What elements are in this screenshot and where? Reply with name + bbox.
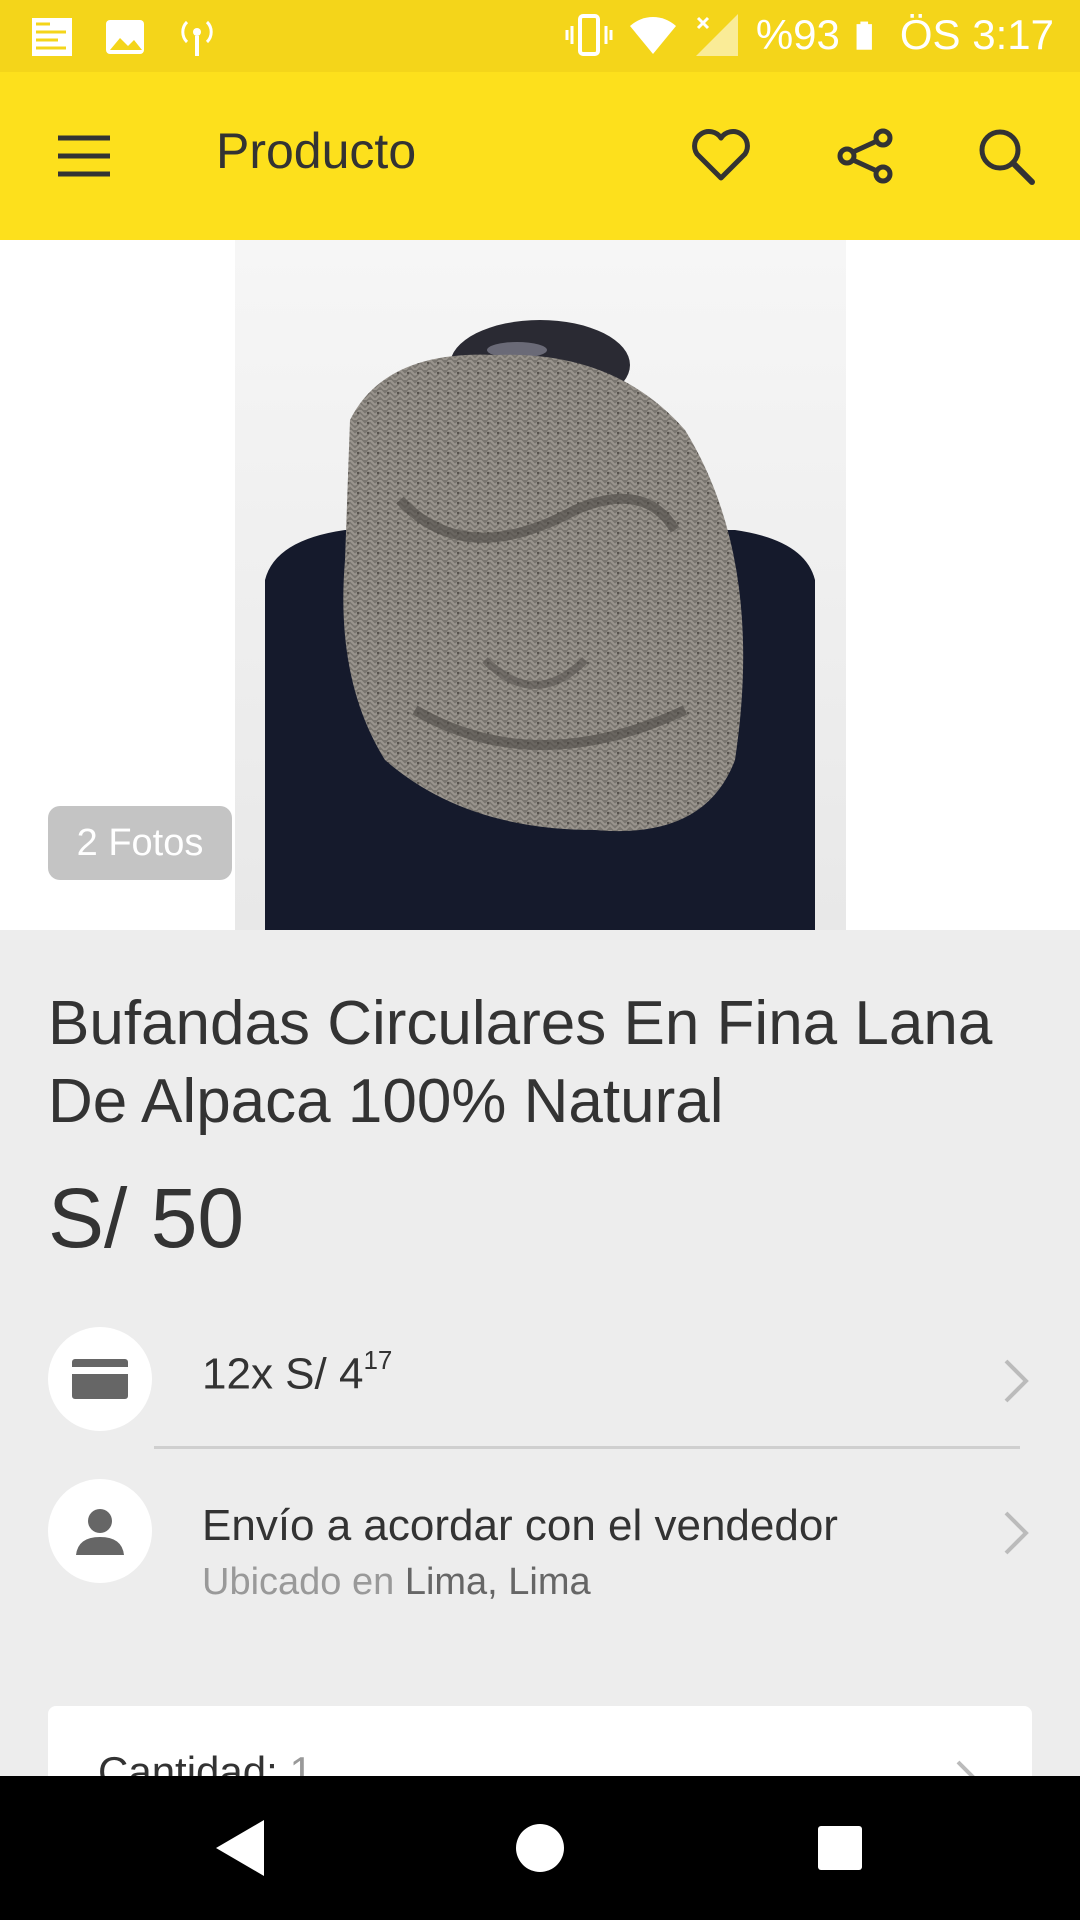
shipping-chevron [996,1505,1036,1561]
shipping-text: Envío a acordar con el vendedor [202,1501,838,1550]
photos-count-badge[interactable]: 2 Fotos [48,806,232,880]
search-button[interactable] [966,116,1046,196]
shipping-row[interactable]: Envío a acordar con el vendedor Ubicado … [0,1479,1080,1603]
chevron-right-icon [1004,1511,1029,1555]
installments-icon-circle [48,1327,152,1431]
hotspot-icon [181,20,213,56]
installments-chevron [996,1353,1036,1409]
product-image[interactable] [235,240,846,930]
clock: ÖS 3:17 [899,11,1054,58]
back-button[interactable] [195,1812,285,1884]
page-title: Producto [216,123,417,179]
home-icon [516,1824,564,1872]
location-prefix: Ubicado en [202,1561,395,1603]
battery-text: %93 [755,11,840,58]
menu-icon [58,135,110,177]
notification-icon [32,18,72,56]
credit-card-icon [72,1359,128,1399]
installments-cents: 17 [363,1345,393,1375]
battery-icon [856,21,872,50]
signal-icon [695,14,738,56]
row-divider [154,1446,1020,1449]
shipping-icon-circle [48,1479,152,1583]
product-price: S/ 50 [48,1171,245,1265]
location-value: Lima, Lima [404,1561,591,1603]
chevron-right-icon [1004,1359,1029,1403]
wifi-icon [629,17,676,54]
back-icon [216,1820,264,1876]
system-nav-bar [0,1776,1080,1920]
recents-icon [818,1826,862,1870]
installments-text: 12x S/ 417 [202,1345,392,1400]
image-icon [106,20,144,54]
installments-amount: 12x S/ 4 [202,1349,364,1399]
product-gallery[interactable]: 2 Fotos [0,240,1080,930]
scarf-photo-illustration [235,240,846,930]
menu-button[interactable] [44,120,124,192]
installments-row[interactable]: 12x S/ 417 [0,1327,1080,1437]
share-button[interactable] [825,116,905,196]
search-icon [979,129,1035,185]
person-icon [76,1509,124,1555]
heart-icon [692,129,750,181]
favorite-button[interactable] [681,116,761,196]
recents-button[interactable] [795,1812,885,1884]
vibrate-icon [565,14,613,56]
app-bar: Producto [0,72,1080,240]
share-icon [837,128,893,184]
home-button[interactable] [495,1812,585,1884]
product-title: Bufandas Circulares En Fina Lana De Alpa… [48,989,993,1136]
status-bar: %93 ÖS 3:17 [0,0,1080,72]
shipping-location: Ubicado en Lima, Lima [202,1561,591,1604]
